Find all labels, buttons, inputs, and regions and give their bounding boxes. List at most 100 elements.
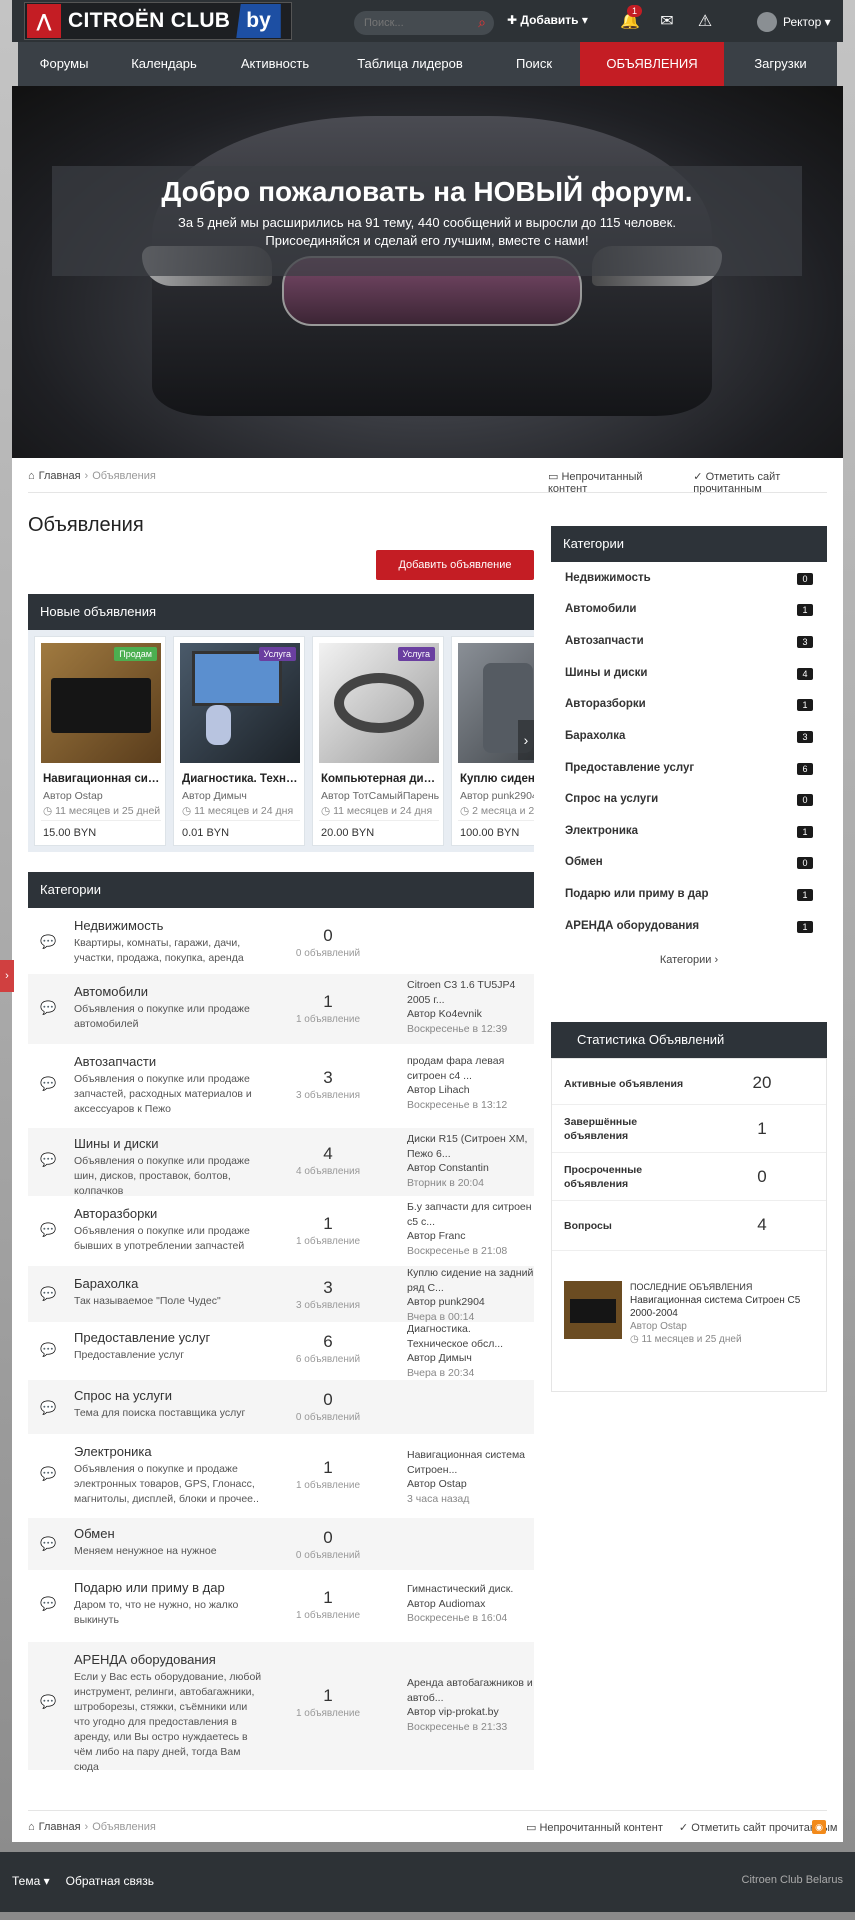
last-post-time: Воскресенье в 16:04 [407, 1612, 508, 1625]
category-row: 💬 Спрос на услуги Тема для поиска постав… [28, 1380, 534, 1434]
category-last-post[interactable]: Навигационная система Ситроен... Автор O… [407, 1448, 534, 1506]
nav-calendar[interactable]: Календарь [110, 42, 218, 86]
search-box: ⌕ [354, 11, 494, 35]
category-last-post[interactable]: продам фара левая ситроен с4 ... Автор L… [407, 1054, 534, 1112]
category-last-post[interactable]: Б.у запчасти для ситроен с5 с... Автор F… [407, 1200, 534, 1258]
category-name[interactable]: Автозапчасти [74, 1054, 156, 1069]
category-count: 1 [323, 1458, 333, 1477]
category-name[interactable]: Предоставление услуг [74, 1330, 210, 1345]
ad-time-value: 2 месяца и 2 [472, 805, 534, 817]
category-last-post[interactable]: Аренда автобагажников и автоб... Автор v… [407, 1676, 534, 1734]
category-name[interactable]: Недвижимость [74, 918, 163, 933]
sidebar-category-item[interactable]: Автомобили [565, 603, 637, 615]
category-last-post[interactable]: Гимнастический диск. Автор Audiomax Воск… [407, 1582, 534, 1626]
latest-ad-time-value: 11 месяцев и 25 дней [641, 1334, 742, 1345]
ad-card[interactable]: Услуга Компьютерная диагностика Автор То… [312, 636, 444, 846]
category-last-post[interactable]: Куплю сидение на задний ряд С... Автор p… [407, 1266, 534, 1324]
nav-search[interactable]: Поиск [488, 42, 580, 86]
category-last-post[interactable]: Citroen C3 1.6 TU5JP4 2005 г... Автор Ko… [407, 978, 534, 1036]
category-name[interactable]: АРЕНДА оборудования [74, 1652, 216, 1667]
latest-ad-title[interactable]: Навигационная система Ситроен С5 2000-20… [630, 1294, 820, 1320]
site-logo[interactable]: ⋀ CITROËN CLUB by [24, 2, 292, 40]
envelope-icon[interactable]: ✉ [654, 11, 680, 33]
category-name[interactable]: Авторазборки [74, 1206, 157, 1221]
sidebar-category-item[interactable]: Авторазборки [565, 698, 646, 710]
add-button[interactable]: ✚ Добавить ▾ [507, 13, 588, 27]
sidebar-category-item[interactable]: Электроника [565, 825, 638, 837]
sidebar-category-item[interactable]: Шины и диски [565, 667, 647, 679]
welcome-banner: Добро пожаловать на НОВЫЙ форум. За 5 дн… [52, 166, 802, 276]
category-name[interactable]: Подарю или приму в дар [74, 1580, 225, 1595]
side-panel-toggle[interactable]: › [0, 960, 14, 992]
search-input[interactable] [354, 11, 464, 35]
footer: Тема ▾ Обратная связь Citroen Club Belar… [0, 1852, 855, 1912]
category-count: 1 [323, 1588, 333, 1607]
category-name[interactable]: Электроника [74, 1444, 152, 1459]
ad-title[interactable]: Компьютерная диагностика [321, 773, 441, 785]
sidebar-category-item[interactable]: Недвижимость [565, 572, 651, 584]
home-icon: ⌂ [28, 470, 35, 482]
chat-bubbles-icon: 💬 [40, 1076, 57, 1091]
nav-downloads[interactable]: Загрузки [724, 42, 837, 86]
ad-title[interactable]: Навигационная система Ситроен С5 [43, 773, 163, 785]
chat-bubbles-icon: 💬 [40, 1694, 57, 1709]
breadcrumb-home[interactable]: Главная [39, 1821, 81, 1833]
user-menu[interactable]: Ректор ▾ [757, 12, 831, 32]
breadcrumb-home[interactable]: Главная [39, 470, 81, 482]
category-name[interactable]: Шины и диски [74, 1136, 158, 1151]
chat-bubbles-icon: 💬 [40, 1342, 57, 1357]
home-icon: ⌂ [28, 1821, 35, 1833]
category-name[interactable]: Автомобили [74, 984, 148, 999]
sidebar-category-item[interactable]: Предоставление услуг [565, 762, 694, 774]
category-count: 3 [323, 1278, 333, 1297]
stat-row: Активные объявления 20 [552, 1059, 826, 1105]
category-name[interactable]: Обмен [74, 1526, 115, 1541]
search-icon[interactable]: ⌕ [478, 14, 486, 31]
category-last-post[interactable]: Диагностика. Техническое обсл... Автор Д… [407, 1322, 534, 1380]
sidebar-category-count: 3 [797, 731, 813, 743]
unread-content-link[interactable]: ▭ Непрочитанный контент [526, 1821, 663, 1834]
new-ads-carousel: Продам Навигационная система Ситроен С5 … [28, 630, 534, 852]
chat-bubbles-icon: 💬 [40, 934, 57, 949]
divider [180, 820, 300, 821]
ad-price: 20.00 BYN [321, 827, 375, 839]
category-count: 0 [323, 1390, 333, 1409]
category-name[interactable]: Барахолка [74, 1276, 138, 1291]
theme-selector[interactable]: Тема ▾ [12, 1874, 50, 1888]
stat-row: Просроченные объявления 0 [552, 1153, 826, 1201]
add-classified-button[interactable]: Добавить объявление [376, 550, 534, 580]
sidebar-category-item[interactable]: Автозапчасти [565, 635, 644, 647]
last-post-author: Автор Lihach [407, 1084, 470, 1097]
warning-icon[interactable]: ⚠ [692, 11, 718, 33]
sidebar-category-item[interactable]: Спрос на услуги [565, 793, 658, 805]
sidebar-categories-more-link[interactable]: Категории › [551, 954, 827, 966]
rss-icon[interactable]: ◉ [812, 1820, 826, 1834]
sidebar-category-item[interactable]: Обмен [565, 856, 603, 868]
last-post-author: Автор Димыч [407, 1352, 472, 1365]
nav-leaderboard[interactable]: Таблица лидеров [332, 42, 488, 86]
last-post-time: Вторник в 20:04 [407, 1176, 484, 1189]
last-post-time: 3 часа назад [407, 1492, 470, 1505]
last-post-title: Аренда автобагажников и автоб... [407, 1677, 533, 1704]
ad-card[interactable]: Услуга Диагностика. Техническое обслужив… [173, 636, 305, 846]
ad-card[interactable]: Продам Навигационная система Ситроен С5 … [34, 636, 166, 846]
last-post-title: Диагностика. Техническое обсл... [407, 1323, 504, 1350]
carousel-next-arrow-icon[interactable]: › [518, 720, 534, 760]
category-description: Так называемое "Поле Чудес" [74, 1295, 221, 1307]
category-name[interactable]: Спрос на услуги [74, 1388, 172, 1403]
last-post-author: Автор Constantin [407, 1162, 489, 1175]
sidebar-category-count: 1 [797, 889, 813, 901]
category-count-label: 1 объявление [295, 1708, 361, 1719]
nav-forums[interactable]: Форумы [18, 42, 110, 86]
ad-time: ◷ 11 месяцев и 25 дней [43, 805, 161, 817]
nav-classifieds[interactable]: ОБЪЯВЛЕНИЯ [580, 42, 724, 86]
nav-activity[interactable]: Активность [218, 42, 332, 86]
sidebar-category-item[interactable]: АРЕНДА оборудования [565, 920, 699, 932]
ad-title[interactable]: Куплю сиденье на задний ряд [460, 773, 534, 785]
sidebar-category-item[interactable]: Подарю или приму в дар [565, 888, 709, 900]
welcome-title: Добро пожаловать на НОВЫЙ форум. [161, 176, 693, 207]
ad-title[interactable]: Диагностика. Техническое обслуживание [182, 773, 302, 785]
category-last-post[interactable]: Диски R15 (Ситроен XM, Пежо 6... Автор C… [407, 1132, 534, 1190]
sidebar-category-item[interactable]: Барахолка [565, 730, 625, 742]
feedback-link[interactable]: Обратная связь [66, 1874, 154, 1888]
